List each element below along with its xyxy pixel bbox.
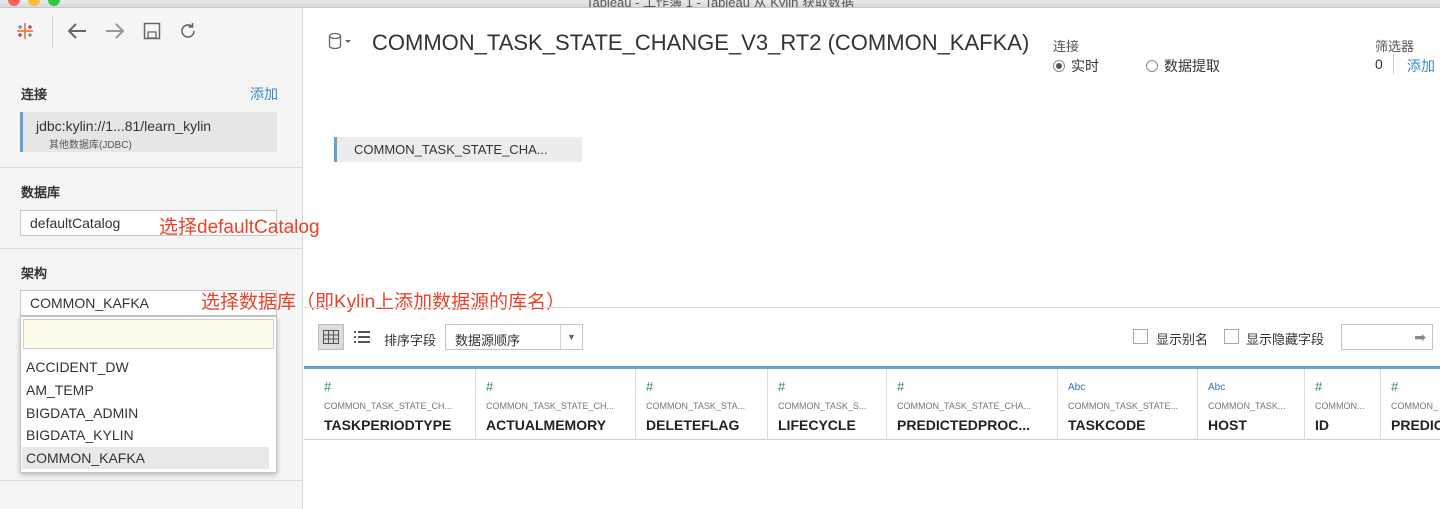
database-heading: 数据库 [21,185,61,200]
schema-dropdown: ACCIDENT_DW AM_TEMP BIGDATA_ADMIN BIGDAT… [20,316,277,473]
save-icon[interactable] [141,20,163,42]
schema-heading: 架构 [21,266,48,281]
canvas-table[interactable]: COMMON_TASK_STATE_CHA... [334,137,582,162]
data-source-sidebar: 连接 添加 jdbc:kylin://1...81/learn_kylin 其他… [0,8,565,509]
section-divider [0,167,303,168]
column-name: LIFECYCLE [778,417,856,433]
column-header[interactable]: # COMMON_ PREDIC [1382,369,1440,440]
schema-option-selected[interactable]: COMMON_KAFKA [22,447,269,469]
sort-fields-label: 排序字段 [384,333,437,348]
column-table-name: COMMON... [1315,401,1365,411]
number-type-icon: # [1315,379,1323,394]
schema-search-input[interactable] [23,319,274,349]
database-cylinder-icon[interactable] [328,32,352,55]
column-name: DELETEFLAG [646,417,740,433]
column-name: ID [1315,417,1329,433]
schema-option[interactable]: BIGDATA_ADMIN [22,402,269,424]
back-arrow-icon[interactable] [66,20,88,42]
column-name: TASKPERIODTYPE [324,417,452,433]
column-header[interactable]: Abc COMMON_TASK... HOST [1199,369,1305,440]
filter-separator [1393,54,1394,74]
schema-option[interactable]: BIGDATA_KYLIN [22,424,269,446]
column-name: PREDICTEDPROC... [897,417,1031,433]
grid-view-icon[interactable] [318,324,344,350]
section-divider [0,248,303,249]
add-filter-link[interactable]: 添加 [1407,56,1435,76]
toolbar-separator [52,16,53,48]
add-connection-link[interactable]: 添加 [250,84,278,104]
field-search-input[interactable]: ➡ [1341,324,1433,350]
number-type-icon: # [646,379,654,394]
string-type-icon: Abc [1208,382,1226,393]
number-type-icon: # [324,379,332,394]
string-type-icon: Abc [1068,382,1086,393]
column-header[interactable]: # COMMON_TASK_S... LIFECYCLE [769,369,887,440]
column-header[interactable]: # COMMON_TASK_STATE_CH... ACTUALMEMORY [477,369,636,440]
connections-heading: 连接 [21,87,48,102]
column-table-name: COMMON_TASK_S... [778,401,867,411]
data-source-main: COMMON_TASK_STATE_CHANGE_V3_RT2 (COMMON_… [304,8,1440,509]
column-table-name: COMMON_TASK_STATE_CHA... [897,401,1032,411]
forward-arrow-icon[interactable] [104,20,126,42]
filter-count: 0 [1375,56,1383,72]
column-table-name: COMMON_TASK_STA... [646,401,746,411]
window-title: Tableau - 工作簿 1 - Tableau 从 Kylin 获取数据 [585,0,855,8]
extract-label: 数据提取 [1164,58,1220,74]
refresh-icon[interactable] [177,20,199,42]
section-divider [0,480,303,481]
live-label: 实时 [1071,58,1099,74]
column-header[interactable]: # COMMON_TASK_STATE_CH... TASKPERIODTYPE [315,369,476,440]
canvas-grid-divider [304,307,1440,308]
number-type-icon: # [1391,379,1399,394]
datasource-title[interactable]: COMMON_TASK_STATE_CHANGE_V3_RT2 (COMMON_… [372,30,1029,56]
column-header[interactable]: # COMMON_TASK_STATE_CHA... PREDICTEDPROC… [888,369,1058,440]
schema-option[interactable]: ACCIDENT_DW [22,356,269,378]
column-header[interactable]: Abc COMMON_TASK_STATE... TASKCODE [1059,369,1198,440]
column-table-name: COMMON_TASK... [1208,401,1286,411]
database-annotation: 选择defaultCatalog [159,217,320,238]
column-name: PREDIC [1391,417,1440,433]
schema-option[interactable]: AM_TEMP [22,379,269,401]
radio-selected-icon [1053,60,1065,72]
column-header[interactable]: # COMMON_TASK_STA... DELETEFLAG [637,369,768,440]
column-table-name: COMMON_TASK_STATE_CH... [486,401,615,411]
tableau-logo-icon[interactable] [14,20,36,42]
field-column-header-row: # COMMON_TASK_STATE_CH... TASKPERIODTYPE… [304,366,1440,440]
connection-mode-heading: 连接 [1053,39,1080,54]
show-alias-checkbox[interactable] [1133,329,1148,344]
column-name: ACTUALMEMORY [486,417,607,433]
list-view-icon[interactable] [349,324,375,350]
sidebar-toolbar [0,8,303,54]
column-header[interactable]: # COMMON... ID [1306,369,1381,440]
live-radio[interactable]: 实时 [1053,56,1099,76]
sort-fields-value: 数据源顺序 [455,333,521,348]
show-alias-label: 显示别名 [1156,332,1209,347]
show-hidden-label: 显示隐藏字段 [1246,332,1325,347]
connection-url: jdbc:kylin://1...81/learn_kylin [36,118,212,134]
column-table-name: COMMON_TASK_STATE_CH... [324,401,453,411]
number-type-icon: # [897,379,905,394]
number-type-icon: # [778,379,786,394]
column-table-name: COMMON_TASK_STATE... [1068,401,1179,411]
connection-item[interactable]: jdbc:kylin://1...81/learn_kylin 其他数据库(JD… [20,112,277,152]
column-name: HOST [1208,417,1247,433]
arrow-right-icon: ➡ [1414,329,1426,345]
connection-type: 其他数据库(JDBC) [49,140,132,151]
sort-fields-select[interactable]: 数据源顺序 ▼ [445,324,583,350]
column-name: TASKCODE [1068,417,1146,433]
radio-unselected-icon [1146,60,1158,72]
window-titlebar: Tableau - 工作簿 1 - Tableau 从 Kylin 获取数据 [0,0,1440,8]
extract-radio[interactable]: 数据提取 [1146,56,1220,76]
column-table-name: COMMON_ [1391,401,1438,411]
chevron-down-icon: ▼ [560,325,582,349]
filters-heading: 筛选器 [1375,39,1415,54]
number-type-icon: # [486,379,494,394]
show-hidden-checkbox[interactable] [1224,329,1239,344]
